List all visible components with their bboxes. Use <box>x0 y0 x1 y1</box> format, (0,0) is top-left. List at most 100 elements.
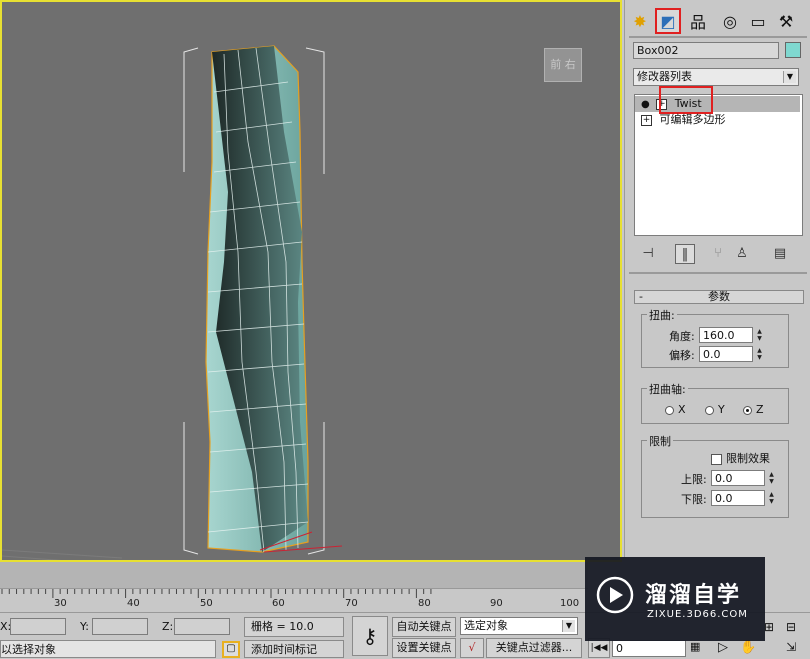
viewcube[interactable]: 前 右 <box>544 48 582 82</box>
zoom-extents-icon[interactable]: ⊞ <box>764 620 782 637</box>
motion-tab[interactable]: ◎ <box>717 8 743 34</box>
display-tab[interactable]: ▭ <box>745 8 771 34</box>
pin-stack-icon[interactable]: ⊣ <box>639 244 657 262</box>
chevron-down-icon: ▼ <box>562 620 575 632</box>
lower-limit-label: 下限: <box>681 493 707 506</box>
create-tab[interactable]: ✸ <box>627 8 653 34</box>
hierarchy-tab[interactable]: 品 <box>685 8 711 34</box>
lower-limit-input[interactable]: 0.0 <box>711 490 765 506</box>
tick-label: 80 <box>418 598 431 609</box>
highlight-frame <box>659 86 713 114</box>
lightbulb-icon: ● <box>641 99 650 110</box>
twisted-box-model <box>2 45 343 560</box>
parameters-rollout-header[interactable]: - 参数 <box>634 290 804 304</box>
key-filters-button[interactable]: 关键点过滤器... <box>486 638 582 658</box>
modify-tab[interactable]: ◩ <box>655 8 681 34</box>
z-coord-field[interactable] <box>174 618 230 635</box>
watermark-title: 溜溜自学 <box>645 583 742 608</box>
auto-key-button[interactable]: 自动关键点 <box>392 617 456 637</box>
limit-effect-checkbox[interactable]: 限制效果 <box>711 450 770 466</box>
make-unique-icon[interactable]: ⑂ <box>709 244 727 262</box>
z-coord-label: Z: <box>162 620 174 633</box>
lower-limit-spinner[interactable]: ▲ ▼ <box>767 491 776 505</box>
upper-limit-label: 上限: <box>681 473 707 486</box>
divider <box>629 36 807 38</box>
rollout-title: 参数 <box>708 290 730 303</box>
divider <box>629 272 807 274</box>
command-panel: ✸ ◩ 品 ◎ ▭ ⚒ Box002 修改器列表 ▼ ● + Twist + 可… <box>624 0 810 558</box>
time-config-icon[interactable]: ▦ <box>690 640 708 657</box>
bias-spinner[interactable]: ▲ ▼ <box>755 347 764 361</box>
key-mode-icon[interactable]: ⚷ <box>352 616 388 656</box>
y-coord-field[interactable] <box>92 618 148 635</box>
set-key-button[interactable]: 设置关键点 <box>392 638 456 658</box>
display-icon: ▭ <box>750 11 766 31</box>
twist-group-label: 扭曲: <box>647 307 677 323</box>
tick-label: 50 <box>200 598 213 609</box>
axis-y-label: Y <box>718 403 725 416</box>
prompt-line: 以选择对象 <box>0 640 216 658</box>
axis-y-radio[interactable]: Y <box>705 403 725 416</box>
time-tag-icon[interactable]: ▢ <box>222 641 240 658</box>
key-set-dropdown[interactable]: 选定对象 ▼ <box>460 617 578 635</box>
time-slider[interactable] <box>0 562 588 588</box>
axis-x-label: X <box>678 403 686 416</box>
expand-icon[interactable]: + <box>641 114 652 126</box>
add-time-tag-button[interactable]: 添加时间标记 <box>244 640 344 658</box>
axis-z-radio[interactable]: Z <box>743 403 764 416</box>
object-name-field[interactable]: Box002 <box>633 42 779 59</box>
modifier-list-label: 修改器列表 <box>637 70 692 83</box>
stack-item-label: 可编辑多边形 <box>659 113 726 126</box>
tick-label: 60 <box>272 598 285 609</box>
watermark: 溜溜自学 ZIXUE.3D66.COM <box>585 557 765 641</box>
radio-icon <box>705 405 714 415</box>
go-to-start-icon[interactable]: |◀◀ <box>588 638 610 658</box>
remove-modifier-icon[interactable]: ♙ <box>733 244 751 262</box>
modify-icon: ◩ <box>660 11 676 31</box>
motion-icon: ◎ <box>723 11 737 31</box>
play-icon[interactable]: ▷ <box>718 640 736 657</box>
show-end-result-icon[interactable]: ‖ <box>675 244 695 264</box>
y-coord-label: Y: <box>80 620 89 633</box>
bias-label: 偏移: <box>669 349 695 362</box>
perspective-viewport[interactable]: 前 右 <box>0 0 622 562</box>
radio-selected-icon <box>743 405 752 415</box>
angle-label: 角度: <box>669 330 695 343</box>
axis-x-radio[interactable]: X <box>665 403 686 416</box>
radio-icon <box>665 405 674 415</box>
key-curve-icon[interactable]: √ <box>460 638 484 658</box>
angle-spinner[interactable]: ▲ ▼ <box>755 328 764 342</box>
stack-item-editable-poly[interactable]: + 可编辑多边形 <box>635 112 800 128</box>
x-coord-field[interactable] <box>10 618 66 635</box>
tick-label: 70 <box>345 598 358 609</box>
modifier-list-dropdown[interactable]: 修改器列表 ▼ <box>633 68 799 86</box>
axis-z-label: Z <box>756 403 764 416</box>
modifier-stack[interactable]: ● + Twist + 可编辑多边形 <box>634 86 803 236</box>
upper-limit-input[interactable]: 0.0 <box>711 470 765 486</box>
configure-sets-icon[interactable]: ▤ <box>771 244 789 262</box>
twist-axis-label: 扭曲轴: <box>647 381 688 397</box>
tick-label: 40 <box>127 598 140 609</box>
limits-label: 限制 <box>647 433 673 449</box>
hierarchy-icon: 品 <box>689 13 706 32</box>
pan-hand-icon[interactable]: ✋ <box>740 640 758 657</box>
watermark-url: ZIXUE.3D66.COM <box>647 609 748 620</box>
tick-label: 90 <box>490 598 503 609</box>
chevron-down-icon: ▼ <box>783 71 796 83</box>
field-of-view-icon[interactable]: ⊟ <box>786 620 804 637</box>
tick-label: 100 <box>560 598 580 609</box>
collapse-icon: - <box>639 290 643 303</box>
object-color-swatch[interactable] <box>785 42 801 58</box>
bias-input[interactable]: 0.0 <box>699 346 753 362</box>
angle-input[interactable]: 160.0 <box>699 327 753 343</box>
limit-effect-label: 限制效果 <box>726 452 770 465</box>
checkbox-icon <box>711 453 722 465</box>
create-icon: ✸ <box>633 11 647 31</box>
current-frame-field[interactable]: 0 <box>612 640 686 657</box>
play-logo-icon <box>596 576 634 614</box>
maximize-viewport-icon[interactable]: ⇲ <box>786 640 804 657</box>
utilities-tab[interactable]: ⚒ <box>773 8 799 34</box>
grid-size-display: 栅格 = 10.0 <box>244 617 344 637</box>
utilities-icon: ⚒ <box>778 11 794 31</box>
upper-limit-spinner[interactable]: ▲ ▼ <box>767 471 776 485</box>
